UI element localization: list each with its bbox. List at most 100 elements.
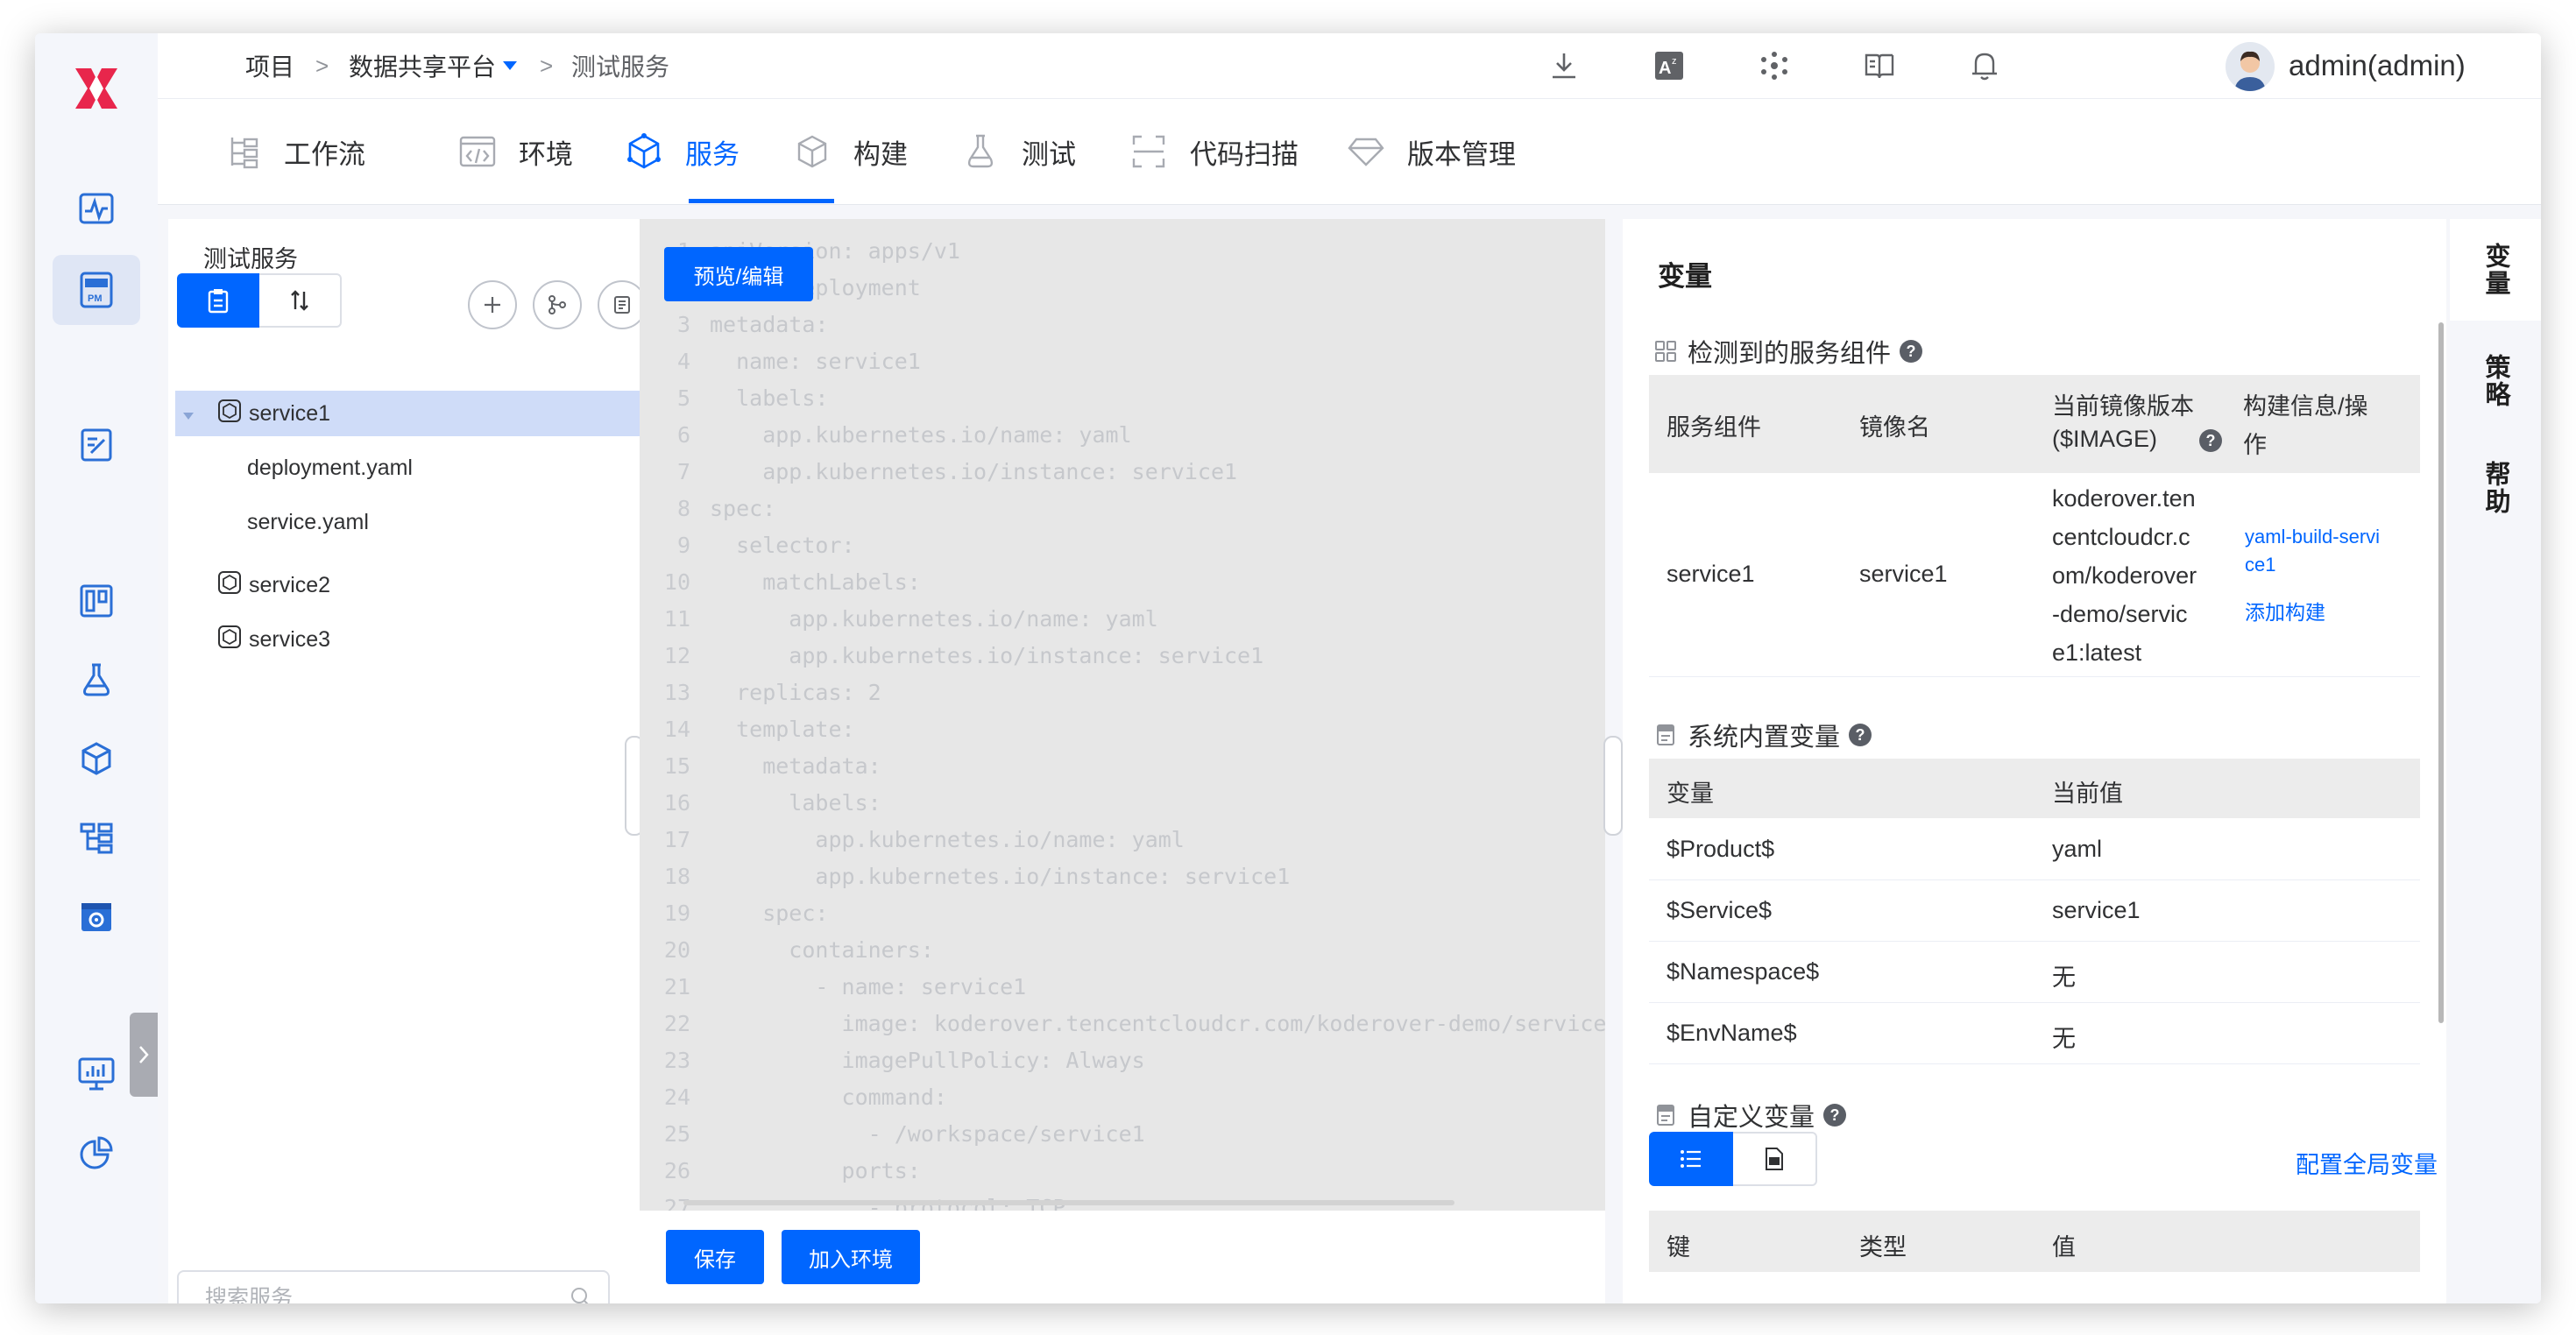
left-rail: PM: [35, 33, 158, 1303]
service-icon: [217, 399, 242, 429]
tab-build[interactable]: 构建: [792, 99, 908, 204]
breadcrumb-separator: >: [315, 52, 329, 79]
variables-panel: 变量 检测到的服务组件 ? 服务组件 镜像名 当前镜像版本 ($IMAGE) ?…: [1623, 219, 2446, 1303]
project-manage-icon[interactable]: PM: [53, 255, 140, 325]
service-tree-panel: 测试服务 service1 deployment.yaml service.ya…: [168, 219, 647, 1303]
panel-scrollbar[interactable]: [2438, 322, 2444, 1023]
code-text: labels:: [710, 790, 881, 816]
tab-test[interactable]: 测试: [960, 99, 1076, 204]
tree-item-service-yaml[interactable]: service.yaml: [175, 499, 640, 545]
book-icon[interactable]: [1858, 44, 1901, 88]
rail-expand-button[interactable]: [130, 1013, 158, 1097]
list-view-button[interactable]: [177, 273, 259, 328]
bell-icon[interactable]: [1963, 44, 2006, 88]
help-icon[interactable]: ?: [1849, 724, 1872, 746]
code-line: 12 app.kubernetes.io/instance: service1: [640, 638, 1605, 675]
configure-global-variables-link[interactable]: 配置全局变量: [2296, 1146, 2438, 1180]
tab-service[interactable]: 服务: [624, 99, 740, 204]
components-section-title: 检测到的服务组件 ?: [1652, 333, 1923, 370]
resize-handle-right[interactable]: [1603, 736, 1623, 836]
package-icon[interactable]: [53, 724, 140, 794]
line-number: 3: [676, 312, 690, 337]
code-line: 6 app.kubernetes.io/name: yaml: [640, 417, 1605, 454]
test-icon: [960, 131, 1001, 172]
caret-down-icon[interactable]: [501, 33, 519, 98]
line-number: 16: [663, 790, 690, 816]
code-line: 25 - /workspace/service1: [640, 1116, 1605, 1153]
document-edit-icon[interactable]: [53, 410, 140, 480]
tree-item-label: service2: [249, 572, 331, 597]
search-input[interactable]: [203, 1284, 540, 1303]
breadcrumb-platform[interactable]: 数据共享平台: [349, 33, 496, 98]
user-name[interactable]: admin(admin): [2289, 33, 2466, 98]
line-number: 13: [663, 680, 690, 705]
editor-horizontal-scrollbar[interactable]: [683, 1200, 1454, 1205]
tree-item-label: service1: [249, 400, 331, 426]
code-line: 9 selector:: [640, 527, 1605, 564]
line-number: 18: [663, 864, 690, 889]
panel-title: 变量: [1658, 261, 1712, 292]
code-text: replicas: 2: [710, 680, 881, 705]
notebook-icon: [1652, 722, 1679, 748]
tree-item-deployment-yaml[interactable]: deployment.yaml: [175, 445, 640, 491]
monitor-icon[interactable]: [53, 1039, 140, 1109]
pie-chart-icon[interactable]: [53, 1118, 140, 1188]
download-icon[interactable]: [1542, 44, 1586, 88]
tree-item-service3[interactable]: service3: [175, 617, 640, 662]
list-mode-button[interactable]: [1649, 1132, 1733, 1186]
add-build-link[interactable]: 添加构建: [2245, 596, 2325, 625]
tab-workflow[interactable]: 工作流: [223, 99, 365, 204]
line-number: 6: [676, 422, 690, 448]
code-text: matchLabels:: [710, 569, 921, 595]
board-icon[interactable]: [53, 566, 140, 636]
add-service-button[interactable]: [468, 280, 517, 329]
code-line: 14 template:: [640, 711, 1605, 748]
search-service: [177, 1270, 610, 1303]
dashboard-icon[interactable]: [53, 173, 140, 244]
sort-button[interactable]: [259, 273, 342, 328]
save-button[interactable]: 保存: [666, 1230, 764, 1284]
preview-edit-button[interactable]: 预览/编辑: [664, 247, 813, 301]
translate-icon[interactable]: Az: [1647, 44, 1691, 88]
side-tab-variables[interactable]: 变量: [2450, 219, 2541, 321]
help-icon[interactable]: ?: [1900, 340, 1923, 363]
search-icon[interactable]: [570, 1286, 592, 1303]
tab-code-scan[interactable]: 代码扫描: [1129, 99, 1299, 204]
line-number: 19: [663, 901, 690, 926]
join-environment-button[interactable]: 加入环境: [782, 1230, 920, 1284]
help-icon[interactable]: ?: [2199, 429, 2222, 452]
svg-text:A: A: [1659, 59, 1671, 78]
code-line: 24 command:: [640, 1079, 1605, 1116]
tree-item-service1[interactable]: service1: [175, 391, 640, 436]
code-text: imagePullPolicy: Always: [710, 1048, 1145, 1073]
code-text: containers:: [710, 937, 934, 963]
build-link[interactable]: ce1: [2245, 554, 2275, 576]
custom-section-title: 自定义变量 ?: [1652, 1097, 1847, 1134]
help-icon[interactable]: ?: [1823, 1104, 1847, 1127]
breadcrumb-project[interactable]: 项目: [245, 33, 294, 98]
flask-icon[interactable]: [53, 645, 140, 715]
tree-item-service2[interactable]: service2: [175, 562, 640, 608]
tree-structure-icon[interactable]: [53, 802, 140, 872]
hub-icon[interactable]: [1752, 44, 1796, 88]
settings-box-icon[interactable]: [53, 881, 140, 951]
yaml-editor[interactable]: 1apiVersion: apps/v12kind: Deployment3me…: [640, 219, 1605, 1211]
code-line: 15 metadata:: [640, 748, 1605, 785]
logo-icon[interactable]: [53, 49, 140, 128]
code-line: 17 app.kubernetes.io/name: yaml: [640, 822, 1605, 858]
code-line: 5 labels:: [640, 380, 1605, 417]
builtin-section-title: 系统内置变量 ?: [1652, 717, 1872, 753]
git-service-button[interactable]: [533, 280, 582, 329]
notebook-icon: [1652, 1102, 1679, 1128]
build-link[interactable]: yaml-build-servi: [2245, 526, 2380, 548]
code-line: 8 spec:: [640, 491, 1605, 527]
avatar[interactable]: [2226, 42, 2275, 91]
tab-environment[interactable]: 环境: [457, 99, 573, 204]
code-line: 7 app.kubernetes.io/instance: service1: [640, 454, 1605, 491]
tab-version[interactable]: 版本管理: [1346, 99, 1516, 204]
code-line: 3 metadata:: [640, 307, 1605, 343]
side-tab-help[interactable]: 帮助: [2450, 440, 2541, 536]
side-tab-strategy[interactable]: 策略: [2450, 333, 2541, 429]
caret-down-icon[interactable]: [182, 401, 200, 427]
yaml-mode-button[interactable]: [1733, 1132, 1817, 1186]
